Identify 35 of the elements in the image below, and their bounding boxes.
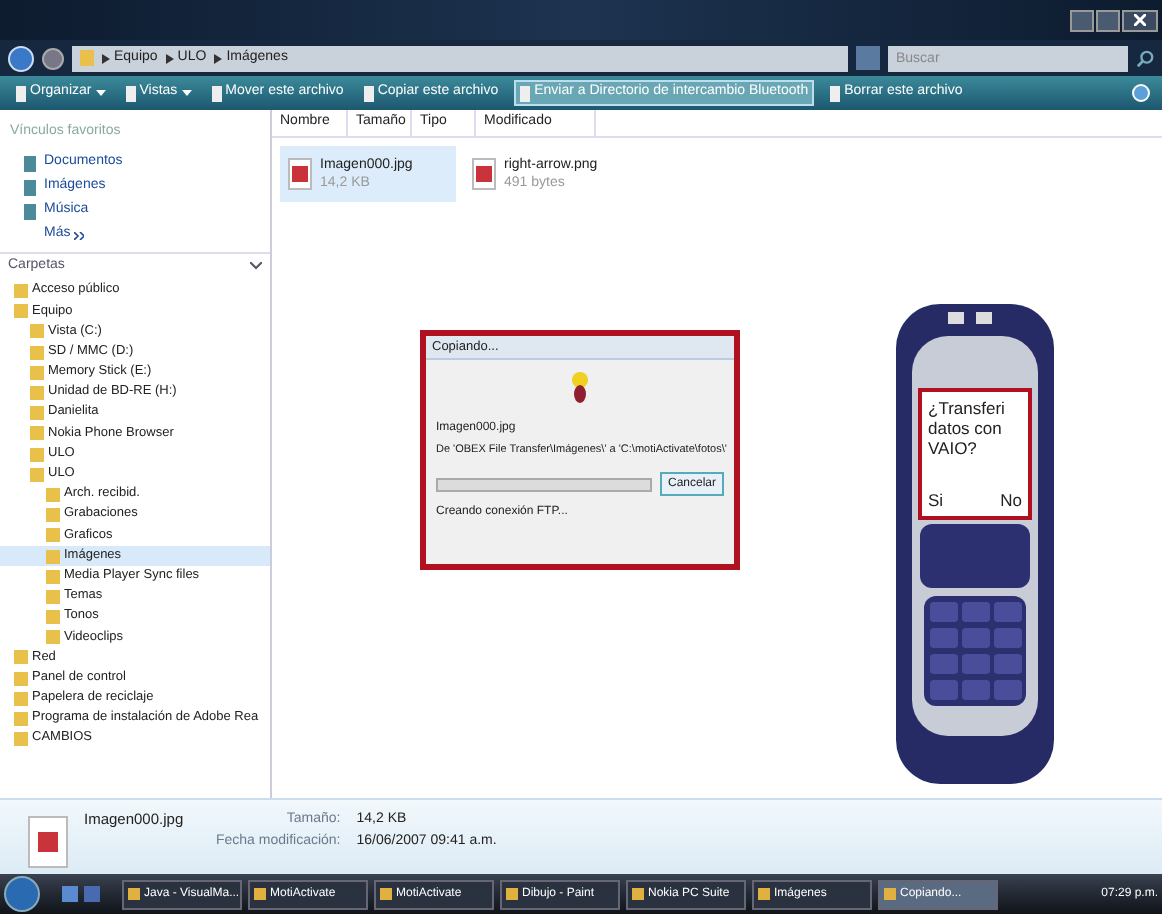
app-icon <box>632 888 644 900</box>
image-file-icon <box>288 158 312 190</box>
app-icon <box>758 888 770 900</box>
softkey-label[interactable]: Si <box>928 490 944 510</box>
app-icon <box>884 888 896 900</box>
image-file-icon <box>28 816 68 868</box>
double-chevron-icon <box>74 231 85 239</box>
app-icon <box>380 888 392 900</box>
document-icon <box>16 85 26 101</box>
close-button[interactable] <box>1122 9 1158 31</box>
phone-prompt: ¿Transferi datos con VAIO? <box>928 398 1007 458</box>
start-button[interactable] <box>4 876 40 912</box>
document-icon <box>125 85 136 101</box>
image-file-icon <box>472 158 496 190</box>
chevron-right-icon <box>214 53 223 63</box>
minimize-button[interactable] <box>1070 9 1094 31</box>
softkey-label[interactable]: No <box>1000 490 1022 510</box>
document-icon <box>363 85 374 101</box>
chevron-down-icon[interactable] <box>250 262 262 270</box>
close-icon <box>1134 14 1146 26</box>
document-icon <box>520 85 531 101</box>
folder-icon <box>80 50 94 66</box>
back-button[interactable] <box>8 45 34 71</box>
help-icon[interactable] <box>1132 84 1150 102</box>
search-icon[interactable] <box>1136 49 1154 67</box>
forward-button[interactable] <box>42 47 64 69</box>
app-icon <box>128 888 140 900</box>
chevron-right-icon <box>102 53 110 63</box>
chevron-right-icon <box>165 53 174 63</box>
app-icon <box>506 888 518 900</box>
document-icon <box>830 85 841 101</box>
transfer-animation-icon <box>570 372 590 404</box>
document-icon <box>211 85 222 101</box>
maximize-button[interactable] <box>1096 9 1120 31</box>
app-icon <box>254 888 266 900</box>
